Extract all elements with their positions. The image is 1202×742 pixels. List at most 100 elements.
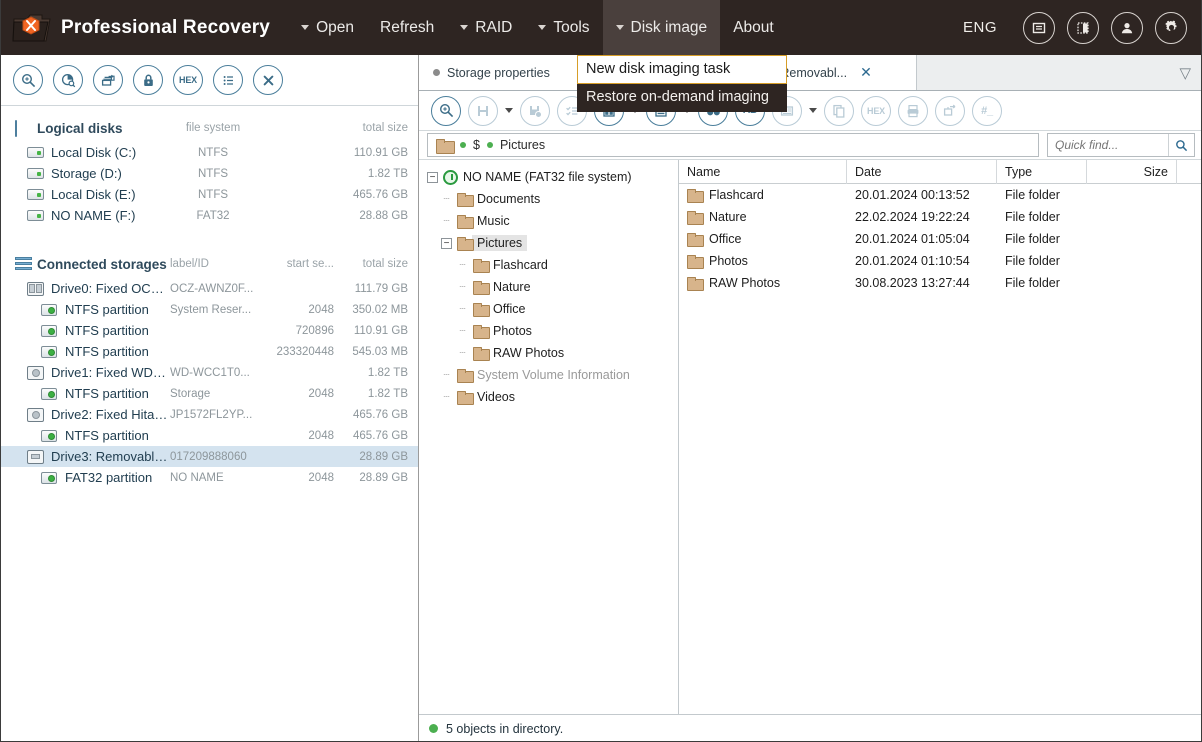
column-header-name[interactable]: Name: [679, 159, 847, 184]
column-header-size[interactable]: Size: [1087, 159, 1177, 184]
storage-row-drive1[interactable]: Drive1: Fixed WDC ... WD-WCC1T0... 1.82 …: [1, 362, 418, 383]
expand-stub-icon[interactable]: ┄: [457, 282, 468, 293]
collapse-toggle-icon[interactable]: −: [441, 237, 452, 249]
properties-list-icon[interactable]: [213, 65, 243, 95]
breadcrumb[interactable]: $ Pictures: [427, 133, 1039, 157]
tree-node-label: Videos: [477, 390, 515, 404]
numbering-icon[interactable]: #_: [972, 95, 1002, 126]
tree-node-raw-photos[interactable]: ┄ RAW Photos: [419, 342, 678, 364]
notes-icon[interactable]: [1023, 11, 1055, 44]
storage-row-partition[interactable]: NTFS partition System Reser... 2048 350.…: [1, 299, 418, 320]
tree-node-pictures[interactable]: − Pictures: [419, 232, 678, 254]
storage-row-drive3[interactable]: Drive3: Removable U... 017209888060 28.8…: [1, 446, 418, 467]
expand-stub-icon[interactable]: ┄: [457, 348, 468, 359]
storage-row-partition[interactable]: NTFS partition Storage 2048 1.82 TB: [1, 383, 418, 404]
logical-disks-group-header: Logical disks file system total size: [1, 114, 418, 142]
collapse-toggle-icon[interactable]: −: [427, 171, 438, 183]
find-icon[interactable]: [13, 65, 43, 95]
lock-icon[interactable]: [133, 65, 163, 95]
table-row[interactable]: Nature 22.02.2024 19:22:24 File folder: [679, 206, 1201, 228]
connected-storages-group-header: Connected storages label/ID start se... …: [1, 250, 418, 278]
print-icon[interactable]: [898, 95, 928, 126]
folder-icon: [457, 193, 474, 207]
storage-row-drive0[interactable]: Drive0: Fixed OCZ-V... OCZ-AWNZ0F... 111…: [1, 278, 418, 299]
menu-item-open[interactable]: Open: [288, 0, 367, 55]
menu-item-refresh[interactable]: Refresh: [367, 0, 447, 55]
storage-size: 28.89 GB: [359, 471, 408, 484]
hex-icon[interactable]: HEX: [861, 95, 891, 126]
expand-stub-icon[interactable]: ┄: [441, 216, 452, 227]
collapse-chevron-icon[interactable]: ▽: [1179, 64, 1191, 82]
tree-node-label: System Volume Information: [477, 368, 630, 382]
close-icon[interactable]: ✕: [860, 64, 872, 81]
chevron-down-icon[interactable]: [505, 108, 513, 113]
partition-icon: [41, 345, 65, 358]
table-row[interactable]: Office 20.01.2024 01:05:04 File folder: [679, 228, 1201, 250]
disk-analysis-icon[interactable]: [53, 65, 83, 95]
logical-disk-row[interactable]: Local Disk (C:) NTFS 110.91 GB: [1, 142, 418, 163]
disk-size: 28.88 GB: [359, 209, 408, 222]
table-row[interactable]: Photos 20.01.2024 01:10:54 File folder: [679, 250, 1201, 272]
quick-find-box[interactable]: [1047, 133, 1195, 157]
export-icon[interactable]: [935, 95, 965, 126]
column-header-type[interactable]: Type: [997, 159, 1087, 184]
menu-option-new-disk-imaging-task[interactable]: New disk imaging task: [577, 55, 787, 84]
chevron-down-icon[interactable]: [809, 108, 817, 113]
expand-stub-icon[interactable]: ┄: [441, 392, 452, 403]
column-header-date[interactable]: Date: [847, 159, 997, 184]
logical-disk-row[interactable]: NO NAME (F:) FAT32 28.88 GB: [1, 205, 418, 226]
find-icon[interactable]: [431, 95, 461, 126]
hex-icon[interactable]: HEX: [173, 65, 203, 95]
storage-row-partition[interactable]: NTFS partition 233320448 545.03 MB: [1, 341, 418, 362]
expand-stub-icon[interactable]: ┄: [457, 326, 468, 337]
storage-row-partition[interactable]: NTFS partition 720896 110.91 GB: [1, 320, 418, 341]
tree-node-music[interactable]: ┄ Music: [419, 210, 678, 232]
expand-stub-icon[interactable]: ┄: [457, 260, 468, 271]
expand-stub-icon[interactable]: ┄: [441, 194, 452, 205]
tree-node-photos[interactable]: ┄ Photos: [419, 320, 678, 342]
table-row[interactable]: Flashcard 20.01.2024 00:13:52 File folde…: [679, 184, 1201, 206]
user-account-icon[interactable]: [1111, 11, 1143, 44]
menu-item-tools[interactable]: Tools: [525, 0, 602, 55]
search-icon[interactable]: [1168, 134, 1194, 156]
tab-storage-properties[interactable]: Storage properties: [419, 55, 595, 90]
close-icon[interactable]: [253, 65, 283, 95]
menu-label: About: [733, 18, 774, 36]
menu-label: Refresh: [380, 18, 435, 36]
column-header-total-size: total size: [362, 258, 408, 270]
expand-stub-icon[interactable]: ┄: [441, 370, 452, 381]
storage-row-partition[interactable]: FAT32 partition NO NAME 2048 28.89 GB: [1, 467, 418, 488]
hex-label: HEX: [867, 105, 885, 116]
copy-file-icon[interactable]: [824, 95, 854, 126]
tree-node-nature[interactable]: ┄ Nature: [419, 276, 678, 298]
language-indicator[interactable]: ENG: [963, 19, 997, 36]
storage-row-drive2[interactable]: Drive2: Fixed Hitachi... JP1572FL2YP... …: [1, 404, 418, 425]
storage-name: Drive3: Removable U...: [51, 449, 170, 464]
group-title: Connected storages: [37, 256, 167, 272]
column-header-label-id: label/ID: [170, 258, 209, 270]
tree-node-flashcard[interactable]: ┄ Flashcard: [419, 254, 678, 276]
tree-node-root[interactable]: − NO NAME (FAT32 file system): [419, 166, 678, 188]
main-body: HEX Logical disks file system total size…: [1, 55, 1201, 741]
menu-item-disk-image[interactable]: Disk image: [602, 0, 721, 55]
logical-disk-row[interactable]: Storage (D:) NTFS 1.82 TB: [1, 163, 418, 184]
settings-gear-icon[interactable]: [1155, 11, 1187, 44]
tree-node-office[interactable]: ┄ Office: [419, 298, 678, 320]
table-row[interactable]: RAW Photos 30.08.2023 13:27:44 File fold…: [679, 272, 1201, 294]
tree-node-documents[interactable]: ┄ Documents: [419, 188, 678, 210]
tree-node-videos[interactable]: ┄ Videos: [419, 386, 678, 408]
save-settings-icon[interactable]: [520, 95, 550, 126]
breadcrumb-segment-pictures[interactable]: Pictures: [500, 138, 545, 152]
storage-row-partition[interactable]: NTFS partition 2048 465.76 GB: [1, 425, 418, 446]
tree-node-system-volume-information[interactable]: ┄ System Volume Information: [419, 364, 678, 386]
panel-layout-icon[interactable]: [1067, 11, 1099, 44]
logical-disk-row[interactable]: Local Disk (E:) NTFS 465.76 GB: [1, 184, 418, 205]
virtual-disk-icon[interactable]: [93, 65, 123, 95]
expand-stub-icon[interactable]: ┄: [457, 304, 468, 315]
save-icon[interactable]: [468, 95, 498, 126]
menu-item-raid[interactable]: RAID: [447, 0, 525, 55]
search-input[interactable]: [1048, 137, 1168, 153]
breadcrumb-segment-root[interactable]: $: [473, 138, 480, 152]
menu-item-about[interactable]: About: [720, 0, 787, 55]
menu-option-restore-on-demand-imaging[interactable]: Restore on-demand imaging: [577, 84, 787, 112]
